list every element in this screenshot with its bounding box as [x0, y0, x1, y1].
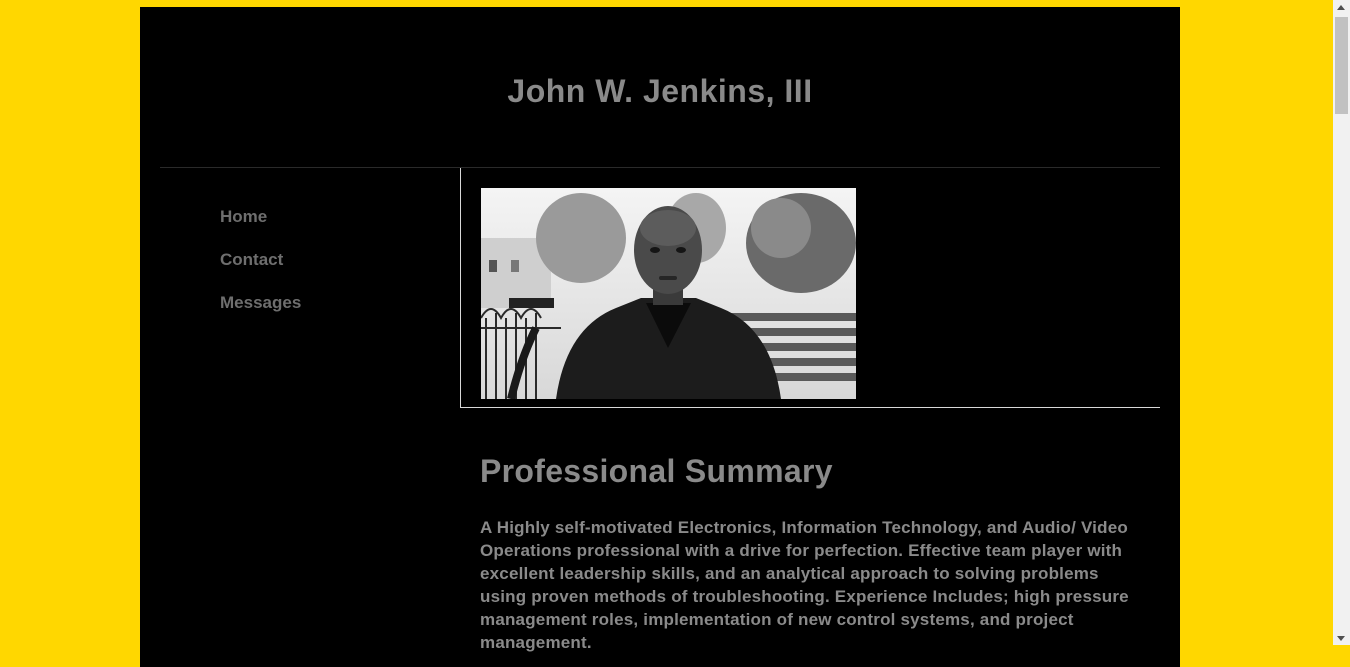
- scroll-up-arrow-icon[interactable]: [1337, 5, 1345, 10]
- summary-text: A Highly self-motivated Electronics, Inf…: [480, 518, 1129, 652]
- main-content: Professional Summary A Highly self-motiv…: [480, 453, 1160, 654]
- site-title: John W. Jenkins, III: [507, 73, 813, 109]
- scrollbar-thumb[interactable]: [1335, 17, 1348, 114]
- nav-item-contact[interactable]: Contact: [220, 250, 301, 269]
- vertical-scrollbar[interactable]: [1333, 0, 1350, 645]
- sidebar-nav: Home Contact Messages: [220, 207, 301, 336]
- profile-photo: [481, 188, 856, 399]
- nav-item-messages[interactable]: Messages: [220, 293, 301, 312]
- page-container: John W. Jenkins, III Home Contact Messag…: [140, 7, 1180, 667]
- photo-frame: [460, 168, 1160, 408]
- section-heading: Professional Summary: [480, 453, 833, 489]
- scroll-down-arrow-icon[interactable]: [1337, 636, 1345, 641]
- nav-item-home[interactable]: Home: [220, 207, 301, 226]
